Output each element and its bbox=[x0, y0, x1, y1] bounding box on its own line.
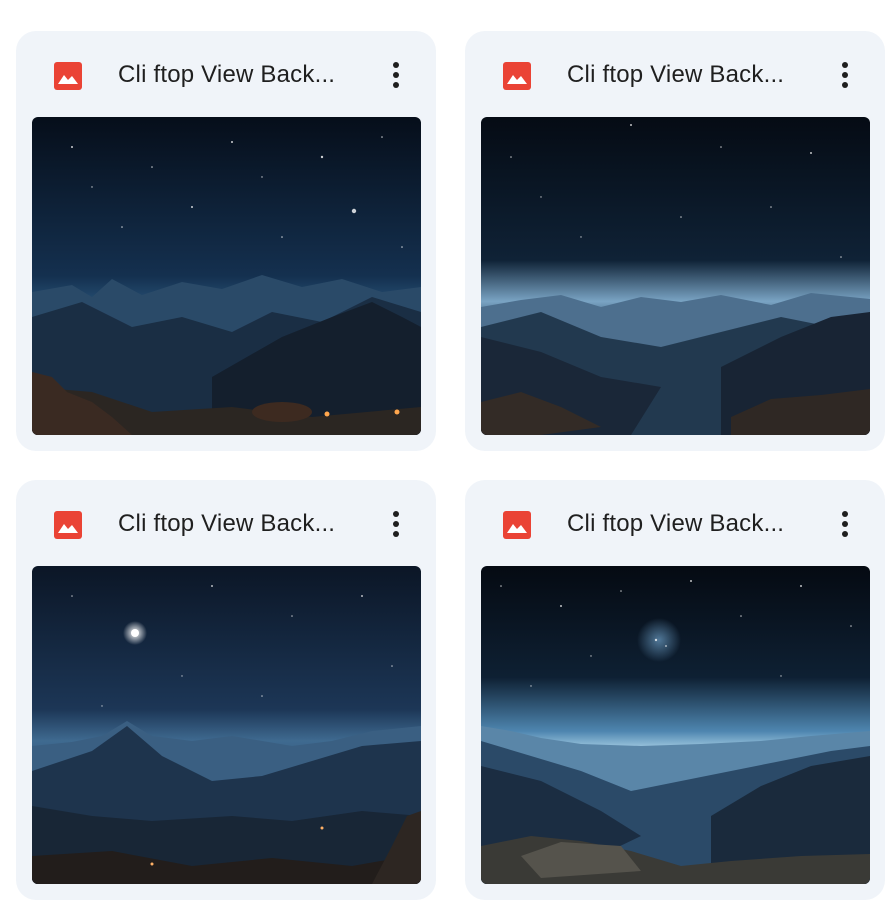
image-file-icon bbox=[54, 62, 82, 90]
file-title: Cli ftop View Back... bbox=[118, 61, 336, 88]
file-card-header: Cli ftop View Back... bbox=[16, 31, 436, 117]
image-thumbnail[interactable] bbox=[481, 566, 870, 884]
more-vert-icon[interactable] bbox=[380, 506, 412, 542]
file-card[interactable]: Cli ftop View Back... bbox=[465, 480, 885, 900]
image-file-icon bbox=[503, 62, 531, 90]
file-title: Cli ftop View Back... bbox=[567, 510, 785, 537]
more-vert-icon[interactable] bbox=[829, 506, 861, 542]
image-file-icon bbox=[54, 511, 82, 539]
file-card[interactable]: Cli ftop View Back... bbox=[16, 480, 436, 900]
file-card-header: Cli ftop View Back... bbox=[16, 480, 436, 566]
file-title: Cli ftop View Back... bbox=[118, 510, 336, 537]
image-thumbnail[interactable] bbox=[32, 117, 421, 435]
image-thumbnail[interactable] bbox=[481, 117, 870, 435]
image-file-icon bbox=[503, 511, 531, 539]
file-card[interactable]: Cli ftop View Back... bbox=[16, 31, 436, 451]
image-thumbnail[interactable] bbox=[32, 566, 421, 884]
file-card[interactable]: Cli ftop View Back... bbox=[465, 31, 885, 451]
more-vert-icon[interactable] bbox=[829, 57, 861, 93]
file-card-header: Cli ftop View Back... bbox=[465, 480, 885, 566]
more-vert-icon[interactable] bbox=[380, 57, 412, 93]
file-card-header: Cli ftop View Back... bbox=[465, 31, 885, 117]
file-title: Cli ftop View Back... bbox=[567, 61, 785, 88]
